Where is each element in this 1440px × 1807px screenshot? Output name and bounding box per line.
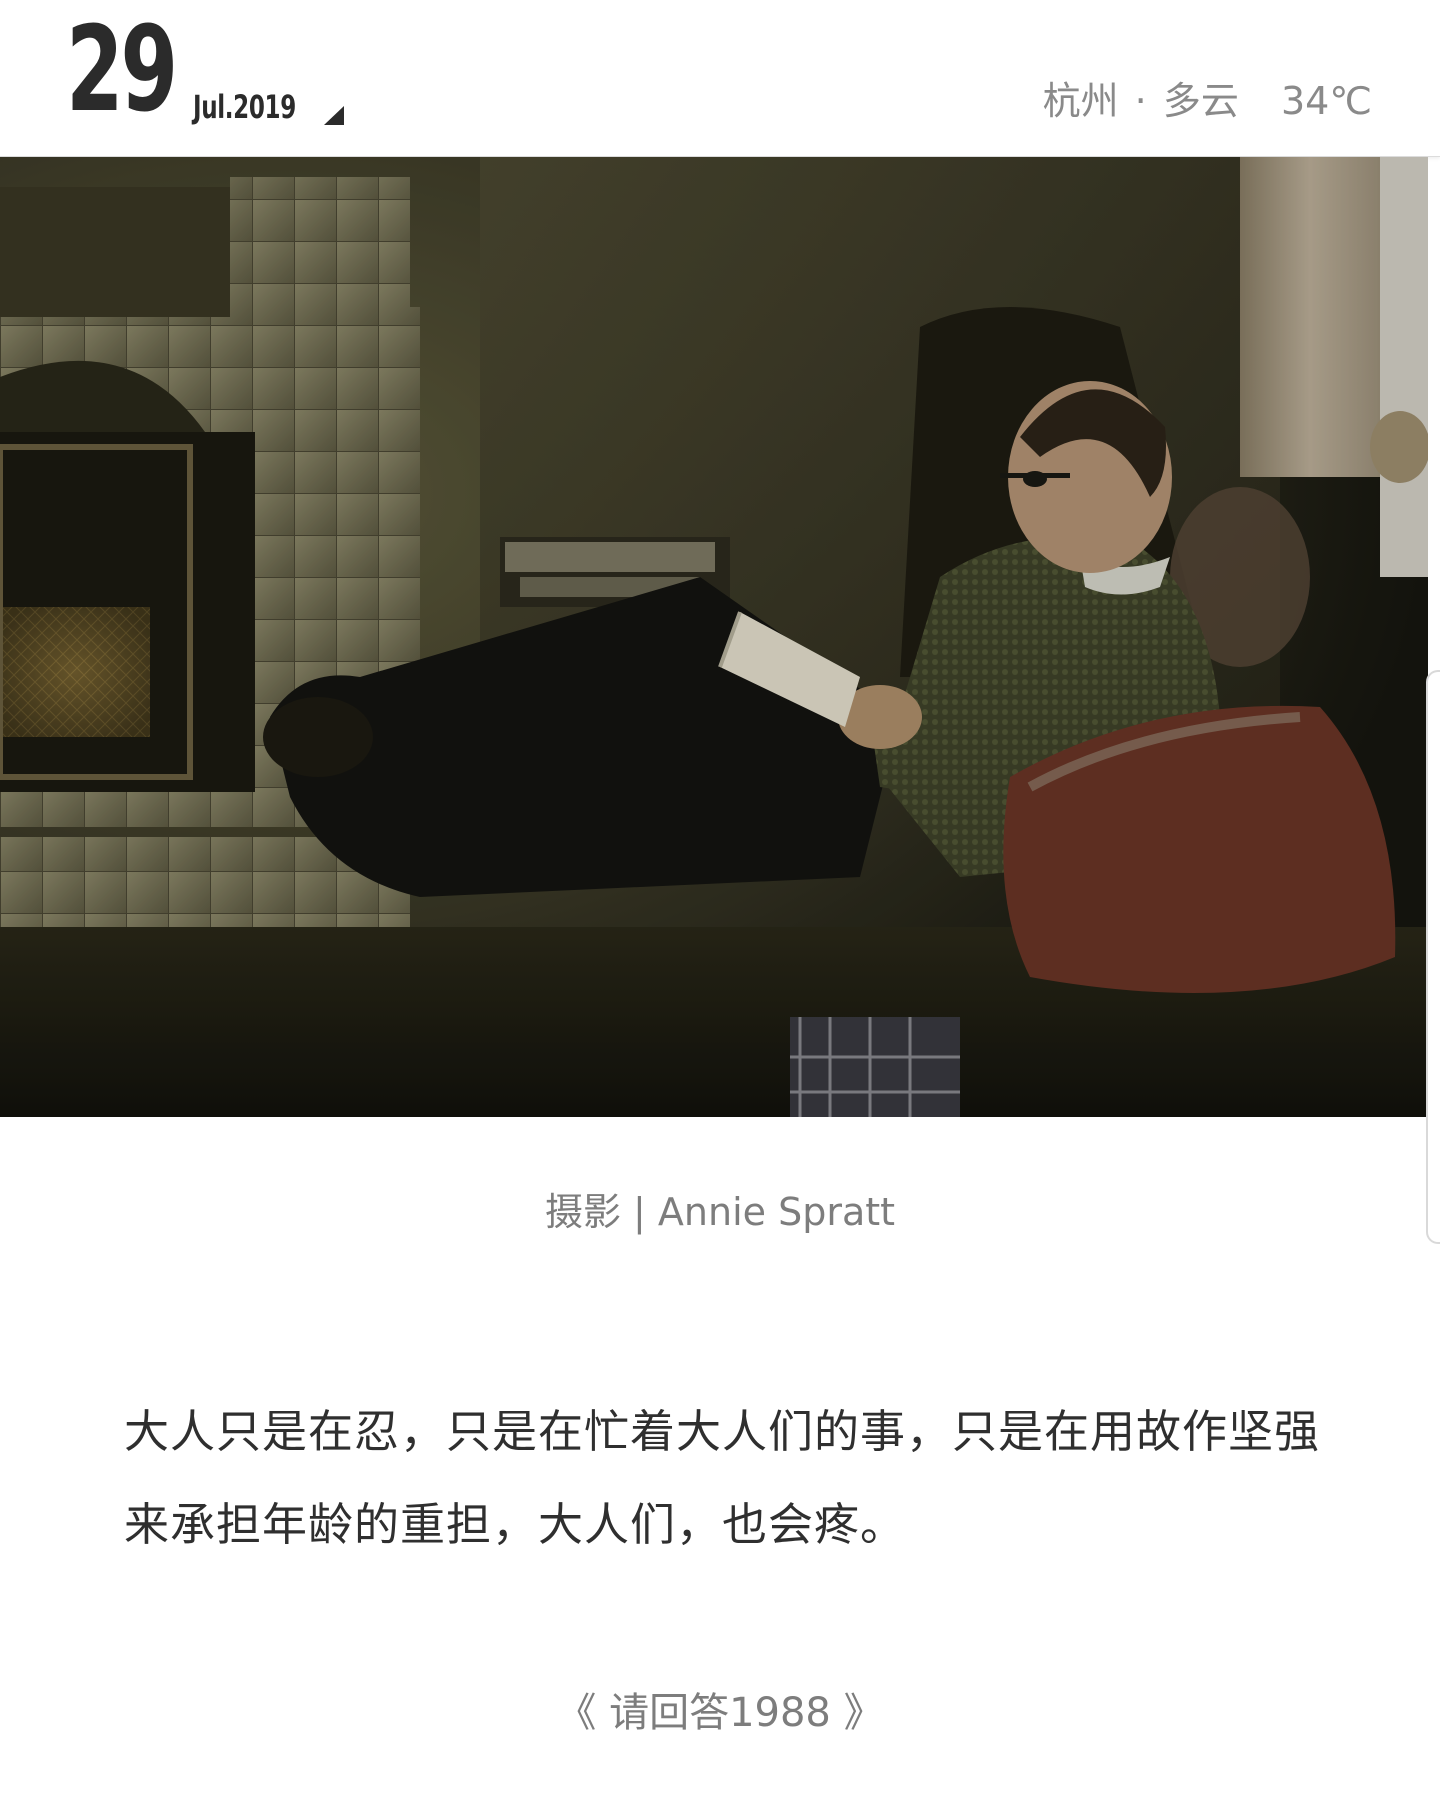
dropdown-triangle-icon[interactable]: [324, 106, 344, 125]
weather-city: 杭州: [1042, 79, 1119, 123]
photo-image: [0, 157, 1428, 1117]
date-weather-header: 29 Jul.2019 杭州 · 多云 34℃: [0, 0, 1440, 157]
day-number: 29: [66, 0, 178, 138]
scroll-edge-handle[interactable]: [1426, 670, 1440, 1244]
weather-temperature: 34℃: [1280, 79, 1372, 123]
weather-separator: ·: [1134, 79, 1147, 123]
featured-photo[interactable]: [0, 157, 1428, 1117]
quote-text: 大人只是在忍，只是在忙着大人们的事，只是在用故作坚强来承担年龄的重担，大人们，也…: [124, 1405, 1321, 1551]
month-year-selector[interactable]: Jul.2019: [193, 91, 296, 123]
quote-source: 《 请回答1988 》: [556, 1690, 884, 1736]
photo-credit: 摄影 | Annie Spratt: [544, 1190, 896, 1234]
weather-info: 杭州 · 多云 34℃: [1043, 82, 1372, 120]
weather-condition: 多云: [1162, 79, 1239, 123]
